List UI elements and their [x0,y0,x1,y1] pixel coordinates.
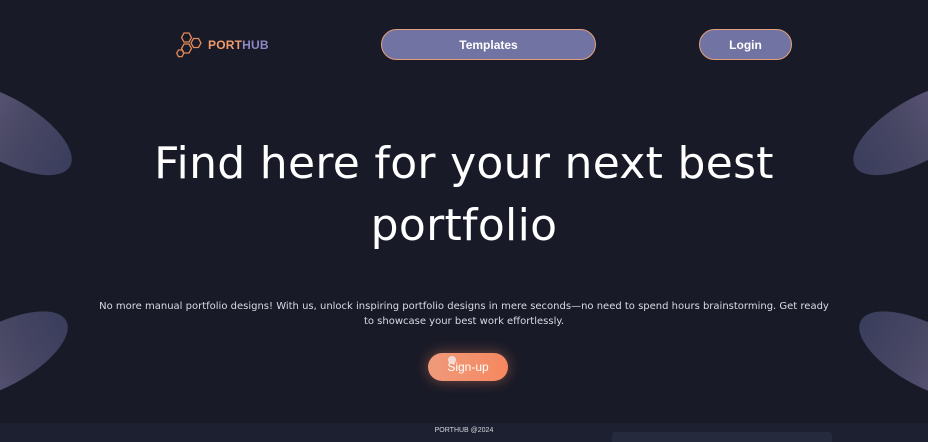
brand-name-port: PORT [208,38,243,52]
login-button[interactable]: Login [699,29,792,60]
page-footer: PORTHUB @2024 [0,423,928,442]
hero-headline-line2: portfolio [370,200,558,251]
decorative-blob-bottom-left [0,293,81,419]
hero-headline-line1: Find here for your next best [154,138,774,189]
decorative-blob-bottom-right [846,293,928,419]
brand-name: PORTHUB [208,38,269,52]
brand-logo[interactable]: PORTHUB [175,30,269,60]
hexagon-cluster-icon [175,32,202,58]
hero-description: No more manual portfolio designs! With u… [99,301,829,327]
mouse-cursor [448,356,456,364]
footer-copyright: PORTHUB @2024 [434,427,494,434]
brand-name-hub: HUB [242,38,269,52]
templates-button[interactable]: Templates [381,29,596,60]
signup-button[interactable]: Sign-up [428,353,508,381]
hero-headline: Find here for your next best portfolio [0,133,928,257]
